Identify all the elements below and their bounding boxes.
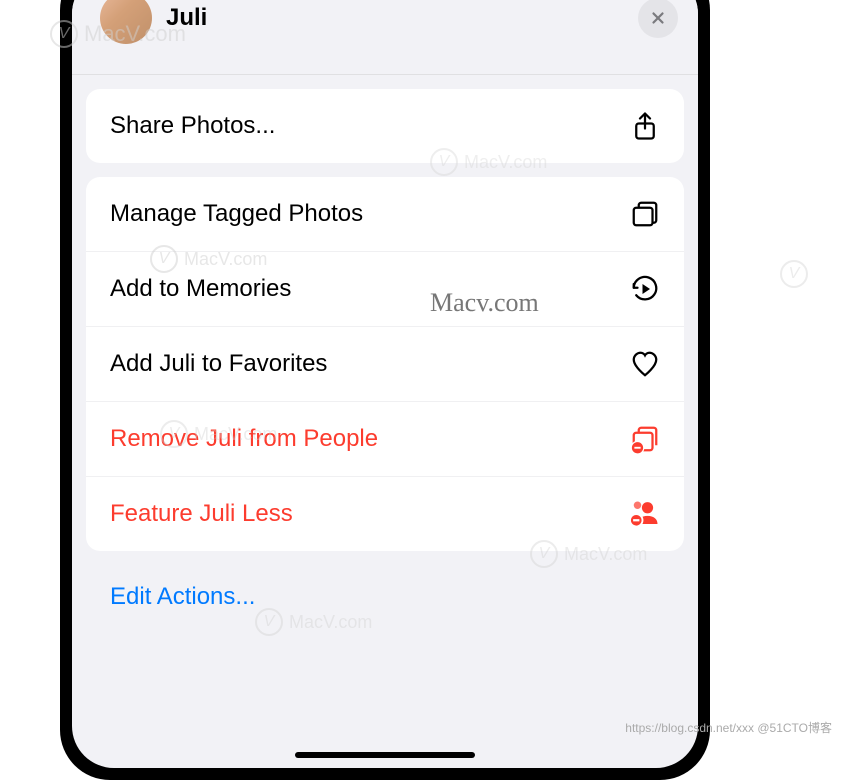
share-photos-item[interactable]: Share Photos... <box>86 89 684 163</box>
footer-attribution: https://blog.csdn.net/xxx @51CTO博客 <box>625 719 832 736</box>
heart-icon <box>630 349 660 379</box>
person-minus-icon <box>630 499 660 529</box>
sheet-header: Juli <box>72 0 698 75</box>
home-indicator[interactable] <box>295 752 475 758</box>
add-memories-label: Add to Memories <box>110 275 291 303</box>
phone-frame: Juli Share Photos... <box>60 0 710 780</box>
avatar <box>100 0 152 44</box>
edit-actions-link[interactable]: Edit Actions... <box>86 565 684 619</box>
remove-people-item[interactable]: Remove Juli from People <box>86 402 684 477</box>
phone-screen: Juli Share Photos... <box>72 0 698 768</box>
menu-group-actions: Manage Tagged Photos Add to Memories <box>86 177 684 551</box>
add-memories-item[interactable]: Add to Memories <box>86 252 684 327</box>
memories-icon <box>630 274 660 304</box>
menu-group-share: Share Photos... <box>86 89 684 163</box>
watermark-center: Macv.com <box>430 288 539 318</box>
remove-stack-icon <box>630 424 660 454</box>
close-icon <box>649 9 667 27</box>
add-favorites-item[interactable]: Add Juli to Favorites <box>86 327 684 402</box>
feature-less-item[interactable]: Feature Juli Less <box>86 477 684 551</box>
menu-content: Share Photos... Manage Tagged Photos <box>72 75 698 633</box>
share-photos-label: Share Photos... <box>110 112 275 140</box>
share-icon <box>630 111 660 141</box>
manage-tagged-item[interactable]: Manage Tagged Photos <box>86 177 684 252</box>
manage-tagged-label: Manage Tagged Photos <box>110 200 363 228</box>
stack-icon <box>630 199 660 229</box>
close-button[interactable] <box>638 0 678 38</box>
watermark: V <box>780 260 808 288</box>
remove-people-label: Remove Juli from People <box>110 425 378 453</box>
add-favorites-label: Add Juli to Favorites <box>110 350 327 378</box>
feature-less-label: Feature Juli Less <box>110 500 293 528</box>
person-name: Juli <box>166 4 638 32</box>
